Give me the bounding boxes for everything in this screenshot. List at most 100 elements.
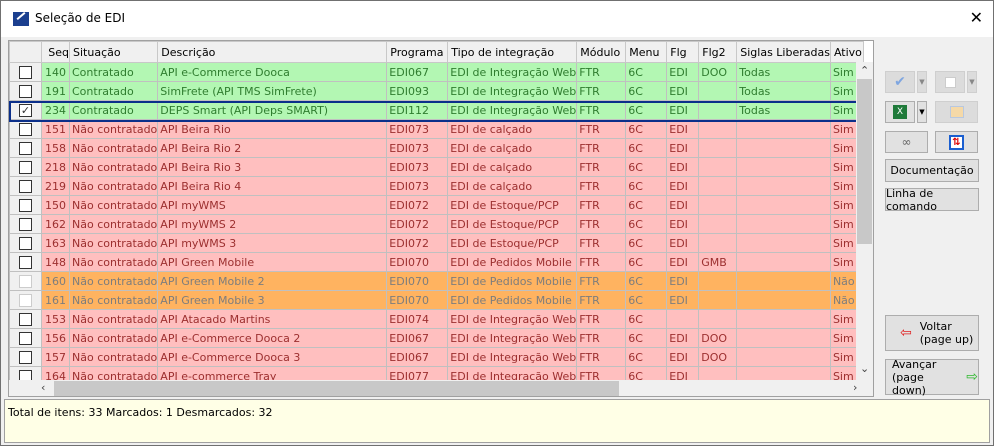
column-header[interactable]: Siglas Liberadas xyxy=(736,41,831,63)
column-header[interactable]: Módulo xyxy=(576,41,627,63)
table-row[interactable]: 160 Não contratado API Green Mobile 2 EDI07… xyxy=(9,271,864,291)
column-header[interactable]: Ativo xyxy=(829,41,864,63)
table-row[interactable]: 156 Não contratado API e-Commerce Dooca 2E… xyxy=(9,328,864,348)
row-checkbox[interactable] xyxy=(19,331,32,345)
page-up-button[interactable]: ⇦ Voltar (page up) xyxy=(885,315,979,351)
column-header[interactable]: Menu xyxy=(625,41,668,63)
column-header[interactable] xyxy=(9,41,42,63)
layout-button[interactable] xyxy=(935,101,978,123)
row-checkbox-cell[interactable] xyxy=(9,119,42,139)
table-row[interactable]: 219 Não contratado API Beira Rio 4 EDI073 ED… xyxy=(9,176,864,196)
search-button[interactable]: ∞ xyxy=(885,131,928,153)
scroll-right-icon[interactable]: › xyxy=(853,381,857,394)
grid-hand-icon xyxy=(949,106,964,118)
row-checkbox-cell[interactable] xyxy=(9,252,42,272)
row-checkbox[interactable] xyxy=(19,274,32,288)
column-header[interactable]: Flg2 xyxy=(698,41,738,63)
export-excel-button[interactable]: X xyxy=(885,101,915,123)
vertical-scroll-thumb[interactable] xyxy=(857,79,872,244)
row-checkbox-cell[interactable] xyxy=(9,271,42,291)
cell-siglas: Todas xyxy=(736,100,831,120)
row-checkbox[interactable] xyxy=(19,122,32,136)
cell-menu: 6C xyxy=(625,290,668,310)
row-checkbox-cell[interactable] xyxy=(9,157,42,177)
row-checkbox-cell[interactable] xyxy=(9,309,42,329)
row-checkbox[interactable] xyxy=(19,312,32,326)
check-all-button[interactable]: ✔ xyxy=(885,71,915,93)
check-all-dropdown[interactable]: ▼ xyxy=(917,71,927,93)
row-checkbox[interactable] xyxy=(19,255,32,269)
row-checkbox-cell[interactable] xyxy=(9,62,42,82)
cell-siglas xyxy=(736,195,831,215)
row-checkbox-cell[interactable] xyxy=(9,233,42,253)
table-row[interactable]: 161 Não contratado API Green Mobile 3 EDI07… xyxy=(9,290,864,310)
horizontal-scroll-thumb[interactable] xyxy=(54,381,619,396)
row-checkbox[interactable] xyxy=(19,350,32,364)
table-row[interactable]: 158 Não contratado API Beira Rio 2 EDI073 ED… xyxy=(9,138,864,158)
export-dropdown[interactable]: ▼ xyxy=(917,101,927,123)
row-checkbox-cell[interactable] xyxy=(9,328,42,348)
row-checkbox[interactable] xyxy=(19,293,32,307)
row-checkbox-cell[interactable] xyxy=(9,81,42,101)
row-checkbox-cell[interactable] xyxy=(9,138,42,158)
row-checkbox[interactable] xyxy=(19,236,32,250)
column-header[interactable]: Programa xyxy=(386,41,449,63)
cell-menu: 6C xyxy=(625,271,668,291)
row-checkbox-cell[interactable] xyxy=(9,176,42,196)
scroll-left-icon[interactable]: ‹ xyxy=(41,381,45,394)
scroll-up-icon[interactable]: ⌃ xyxy=(860,64,869,77)
row-checkbox[interactable] xyxy=(19,198,32,212)
title-bar: Seleção de EDI ✕ xyxy=(1,1,993,37)
table-row[interactable]: 157 Não contratado API e-Commerce Dooca 3E… xyxy=(9,347,864,367)
column-header[interactable]: Flg xyxy=(666,41,700,63)
column-header[interactable]: Tipo de integração xyxy=(447,41,578,63)
cell-seq: 151 xyxy=(41,119,70,139)
row-checkbox[interactable]: ✓ xyxy=(19,103,32,117)
scroll-down-icon[interactable]: ⌄ xyxy=(860,362,869,375)
cell-situacao: Não contratado xyxy=(68,290,159,310)
vertical-scrollbar[interactable]: ⌃ ⌄ xyxy=(856,62,873,380)
cell-siglas: Todas xyxy=(736,62,831,82)
table-row[interactable]: 140 Contratado API e-Commerce Dooca EDI067 E… xyxy=(9,62,864,82)
table-row[interactable]: 151 Não contratado API Beira Rio EDI073 EDI … xyxy=(9,119,864,139)
documentation-button[interactable]: Documentação xyxy=(885,159,979,182)
table-row[interactable]: 150 Não contratado API myWMS EDI072 EDI de E… xyxy=(9,195,864,215)
table-row[interactable]: 153 Não contratado API Atacado Martins EDI0… xyxy=(9,309,864,329)
cell-flg: EDI xyxy=(666,214,700,234)
row-checkbox[interactable] xyxy=(19,65,32,79)
cell-tipo: EDI de calçado xyxy=(447,138,578,158)
column-header[interactable]: Descrição xyxy=(157,41,388,63)
cell-flg2 xyxy=(698,81,738,101)
edi-selection-window: Seleção de EDI ✕ Seq Situação Descrição Pro… xyxy=(0,0,994,446)
horizontal-scrollbar[interactable]: ‹ › xyxy=(9,380,873,396)
row-checkbox[interactable] xyxy=(19,179,32,193)
checkmark-icon: ✔ xyxy=(894,74,906,90)
cell-programa: EDI067 xyxy=(386,62,449,82)
uncheck-all-button[interactable] xyxy=(935,71,965,93)
page-down-button[interactable]: Avançar (page down) ⇨ xyxy=(885,358,979,397)
uncheck-all-dropdown[interactable]: ▼ xyxy=(967,71,977,93)
row-checkbox-cell[interactable]: ✓ xyxy=(9,100,42,120)
row-checkbox-cell[interactable] xyxy=(9,214,42,234)
row-checkbox[interactable] xyxy=(19,84,32,98)
row-checkbox-cell[interactable] xyxy=(9,195,42,215)
row-checkbox-cell[interactable] xyxy=(9,347,42,367)
cell-flg2 xyxy=(698,119,738,139)
column-header[interactable]: Seq xyxy=(41,41,70,63)
row-checkbox[interactable] xyxy=(19,217,32,231)
table-row[interactable]: 162 Não contratado API myWMS 2 EDI072 EDI de… xyxy=(9,214,864,234)
row-checkbox[interactable] xyxy=(19,160,32,174)
command-line-button[interactable]: Linha de comando xyxy=(885,187,979,213)
row-checkbox-cell[interactable] xyxy=(9,290,42,310)
row-checkbox[interactable] xyxy=(19,141,32,155)
table-row[interactable]: 163 Não contratado API myWMS 3 EDI072 EDI de… xyxy=(9,233,864,253)
table-row[interactable]: ✓ 234 Contratado DEPS Smart (API Deps SMART… xyxy=(9,100,864,120)
close-icon[interactable]: ✕ xyxy=(970,8,983,27)
cell-flg xyxy=(666,309,700,329)
sort-button[interactable]: ⇅ xyxy=(935,131,978,153)
column-header[interactable]: Situação xyxy=(68,41,159,63)
table-row[interactable]: 191 Contratado SimFrete (API TMS SimFrete)… xyxy=(9,81,864,101)
cell-flg2 xyxy=(698,138,738,158)
table-row[interactable]: 218 Não contratado API Beira Rio 3 EDI073 ED… xyxy=(9,157,864,177)
table-row[interactable]: 148 Não contratado API Green Mobile EDI070 E… xyxy=(9,252,864,272)
